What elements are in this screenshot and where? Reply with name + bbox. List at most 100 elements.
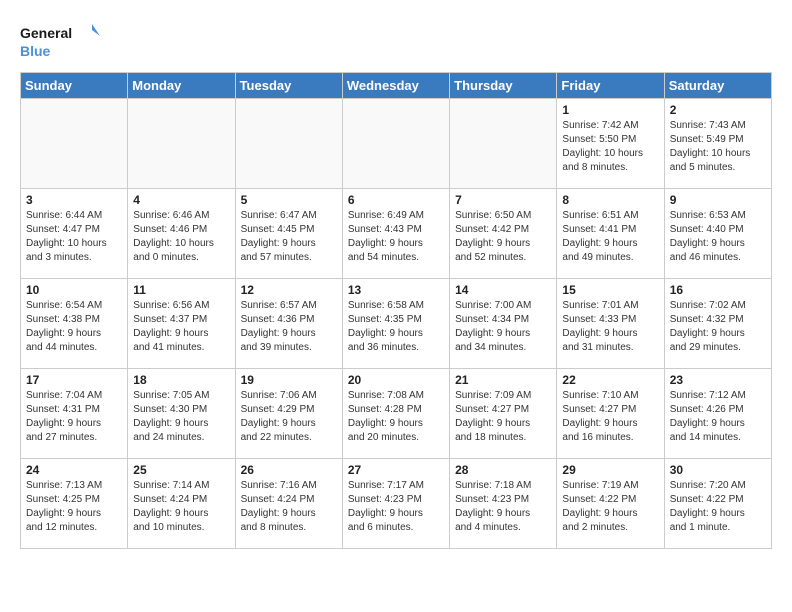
week-row-4: 24Sunrise: 7:13 AM Sunset: 4:25 PM Dayli… [21, 459, 772, 549]
weekday-header-monday: Monday [128, 73, 235, 99]
calendar-cell: 28 Sunrise: 7:18 AM Sunset: 4:23 PM Dayli… [450, 459, 557, 549]
day-info: Sunrise: 6:47 AM Sunset: 4:45 PM Dayligh… [241, 209, 337, 265]
day-info: Sunrise: 7:10 AM Sunset: 4:27 PM Dayligh… [562, 389, 658, 445]
day-number: 25 [133, 463, 229, 477]
day-info: Sunrise: 6:56 AM Sunset: 4:37 PM Dayligh… [133, 299, 229, 355]
calendar-cell: 25 Sunrise: 7:14 AM Sunset: 4:24 PM Dayli… [128, 459, 235, 549]
day-info: Sunrise: 7:05 AM Sunset: 4:30 PM Dayligh… [133, 389, 229, 445]
day-info: Sunrise: 7:14 AM Sunset: 4:24 PM Dayligh… [133, 479, 229, 535]
day-info: Sunrise: 7:00 AM Sunset: 4:34 PM Dayligh… [455, 299, 551, 355]
day-info: Sunrise: 6:49 AM Sunset: 4:43 PM Dayligh… [348, 209, 444, 265]
day-number: 21 [455, 373, 551, 387]
day-info: Sunrise: 7:06 AM Sunset: 4:29 PM Dayligh… [241, 389, 337, 445]
calendar-cell [235, 99, 342, 189]
day-info: Sunrise: 6:46 AM Sunset: 4:46 PM Dayligh… [133, 209, 229, 265]
svg-text:Blue: Blue [20, 43, 51, 59]
day-info: Sunrise: 7:42 AM Sunset: 5:50 PM Dayligh… [562, 119, 658, 175]
calendar-cell: 19 Sunrise: 7:06 AM Sunset: 4:29 PM Dayli… [235, 369, 342, 459]
weekday-header-row: SundayMondayTuesdayWednesdayThursdayFrid… [21, 73, 772, 99]
calendar-cell: 20Sunrise: 7:08 AM Sunset: 4:28 PM Dayli… [342, 369, 449, 459]
calendar-cell: 10Sunrise: 6:54 AM Sunset: 4:38 PM Dayli… [21, 279, 128, 369]
calendar-cell: 18 Sunrise: 7:05 AM Sunset: 4:30 PM Dayli… [128, 369, 235, 459]
day-info: Sunrise: 7:16 AM Sunset: 4:24 PM Dayligh… [241, 479, 337, 535]
weekday-header-wednesday: Wednesday [342, 73, 449, 99]
day-number: 19 [241, 373, 337, 387]
calendar-cell: 29 Sunrise: 7:19 AM Sunset: 4:22 PM Dayli… [557, 459, 664, 549]
day-number: 8 [562, 193, 658, 207]
week-row-0: 1 Sunrise: 7:42 AM Sunset: 5:50 PM Daylig… [21, 99, 772, 189]
day-number: 4 [133, 193, 229, 207]
day-number: 10 [26, 283, 122, 297]
day-number: 5 [241, 193, 337, 207]
day-number: 1 [562, 103, 658, 117]
day-info: Sunrise: 7:01 AM Sunset: 4:33 PM Dayligh… [562, 299, 658, 355]
calendar-cell [342, 99, 449, 189]
calendar-cell: 22Sunrise: 7:10 AM Sunset: 4:27 PM Dayli… [557, 369, 664, 459]
day-info: Sunrise: 7:19 AM Sunset: 4:22 PM Dayligh… [562, 479, 658, 535]
calendar-cell: 8 Sunrise: 6:51 AM Sunset: 4:41 PM Daylig… [557, 189, 664, 279]
logo-svg: General Blue [20, 20, 100, 62]
day-number: 7 [455, 193, 551, 207]
calendar-cell: 14 Sunrise: 7:00 AM Sunset: 4:34 PM Dayli… [450, 279, 557, 369]
day-number: 18 [133, 373, 229, 387]
day-number: 14 [455, 283, 551, 297]
calendar-cell: 6 Sunrise: 6:49 AM Sunset: 4:43 PM Daylig… [342, 189, 449, 279]
weekday-header-saturday: Saturday [664, 73, 771, 99]
day-number: 26 [241, 463, 337, 477]
day-number: 3 [26, 193, 122, 207]
calendar-cell: 21 Sunrise: 7:09 AM Sunset: 4:27 PM Dayli… [450, 369, 557, 459]
calendar-cell: 27Sunrise: 7:17 AM Sunset: 4:23 PM Dayli… [342, 459, 449, 549]
week-row-2: 10Sunrise: 6:54 AM Sunset: 4:38 PM Dayli… [21, 279, 772, 369]
calendar-cell: 3 Sunrise: 6:44 AM Sunset: 4:47 PM Daylig… [21, 189, 128, 279]
calendar-cell: 1 Sunrise: 7:42 AM Sunset: 5:50 PM Daylig… [557, 99, 664, 189]
day-info: Sunrise: 6:58 AM Sunset: 4:35 PM Dayligh… [348, 299, 444, 355]
calendar-cell: 17 Sunrise: 7:04 AM Sunset: 4:31 PM Dayli… [21, 369, 128, 459]
calendar-cell: 5 Sunrise: 6:47 AM Sunset: 4:45 PM Daylig… [235, 189, 342, 279]
day-info: Sunrise: 7:18 AM Sunset: 4:23 PM Dayligh… [455, 479, 551, 535]
day-number: 30 [670, 463, 766, 477]
day-info: Sunrise: 7:08 AM Sunset: 4:28 PM Dayligh… [348, 389, 444, 445]
calendar-cell [128, 99, 235, 189]
day-number: 27 [348, 463, 444, 477]
calendar-cell: 24Sunrise: 7:13 AM Sunset: 4:25 PM Dayli… [21, 459, 128, 549]
day-number: 23 [670, 373, 766, 387]
calendar-cell [450, 99, 557, 189]
calendar-cell: 23 Sunrise: 7:12 AM Sunset: 4:26 PM Dayli… [664, 369, 771, 459]
day-number: 17 [26, 373, 122, 387]
day-info: Sunrise: 7:43 AM Sunset: 5:49 PM Dayligh… [670, 119, 766, 175]
day-info: Sunrise: 7:12 AM Sunset: 4:26 PM Dayligh… [670, 389, 766, 445]
day-info: Sunrise: 6:50 AM Sunset: 4:42 PM Dayligh… [455, 209, 551, 265]
day-info: Sunrise: 6:53 AM Sunset: 4:40 PM Dayligh… [670, 209, 766, 265]
day-info: Sunrise: 7:20 AM Sunset: 4:22 PM Dayligh… [670, 479, 766, 535]
day-number: 2 [670, 103, 766, 117]
day-info: Sunrise: 7:02 AM Sunset: 4:32 PM Dayligh… [670, 299, 766, 355]
calendar-cell: 12 Sunrise: 6:57 AM Sunset: 4:36 PM Dayli… [235, 279, 342, 369]
day-info: Sunrise: 7:09 AM Sunset: 4:27 PM Dayligh… [455, 389, 551, 445]
calendar-cell: 7 Sunrise: 6:50 AM Sunset: 4:42 PM Daylig… [450, 189, 557, 279]
calendar-cell: 4 Sunrise: 6:46 AM Sunset: 4:46 PM Daylig… [128, 189, 235, 279]
weekday-header-friday: Friday [557, 73, 664, 99]
day-number: 13 [348, 283, 444, 297]
calendar: SundayMondayTuesdayWednesdayThursdayFrid… [20, 72, 772, 549]
day-number: 16 [670, 283, 766, 297]
day-info: Sunrise: 6:44 AM Sunset: 4:47 PM Dayligh… [26, 209, 122, 265]
day-number: 12 [241, 283, 337, 297]
svg-text:General: General [20, 25, 72, 41]
day-number: 15 [562, 283, 658, 297]
day-number: 28 [455, 463, 551, 477]
day-number: 9 [670, 193, 766, 207]
calendar-cell: 30 Sunrise: 7:20 AM Sunset: 4:22 PM Dayli… [664, 459, 771, 549]
day-info: Sunrise: 7:04 AM Sunset: 4:31 PM Dayligh… [26, 389, 122, 445]
logo: General Blue [20, 20, 100, 62]
calendar-cell: 9 Sunrise: 6:53 AM Sunset: 4:40 PM Daylig… [664, 189, 771, 279]
day-info: Sunrise: 6:51 AM Sunset: 4:41 PM Dayligh… [562, 209, 658, 265]
calendar-cell: 15 Sunrise: 7:01 AM Sunset: 4:33 PM Dayli… [557, 279, 664, 369]
week-row-1: 3 Sunrise: 6:44 AM Sunset: 4:47 PM Daylig… [21, 189, 772, 279]
header: General Blue [20, 20, 772, 62]
day-number: 29 [562, 463, 658, 477]
weekday-header-sunday: Sunday [21, 73, 128, 99]
day-number: 6 [348, 193, 444, 207]
day-info: Sunrise: 6:57 AM Sunset: 4:36 PM Dayligh… [241, 299, 337, 355]
calendar-cell: 13 Sunrise: 6:58 AM Sunset: 4:35 PM Dayli… [342, 279, 449, 369]
calendar-cell: 11Sunrise: 6:56 AM Sunset: 4:37 PM Dayli… [128, 279, 235, 369]
